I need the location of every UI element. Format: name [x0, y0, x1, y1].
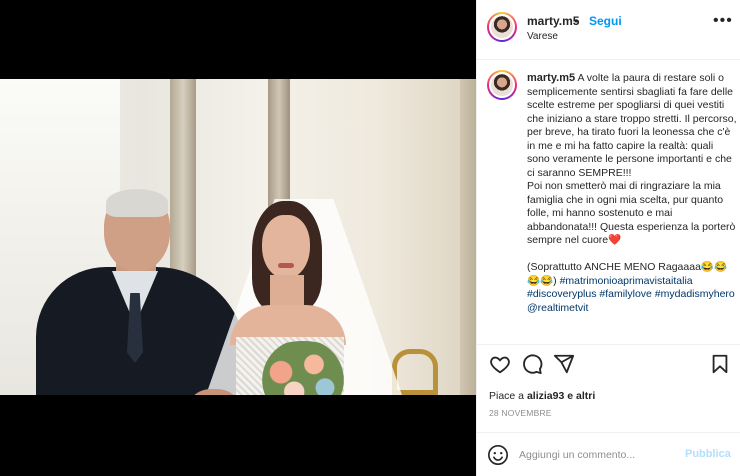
- caption-hashtags[interactable]: #matrimonioaprimavistaitalia #discoveryp…: [527, 275, 738, 314]
- avatar[interactable]: [487, 12, 517, 42]
- caption-area: marty.m5 A volte la paura di restare sol…: [477, 66, 740, 344]
- caption-text: marty.m5 A volte la paura di restare sol…: [527, 72, 737, 315]
- likes-suffix[interactable]: e altri: [564, 390, 595, 402]
- save-button[interactable]: [709, 353, 733, 377]
- send-icon: [553, 354, 575, 374]
- photo-door-frame: [460, 79, 476, 395]
- comment-button[interactable]: [521, 353, 545, 377]
- comment-icon: [523, 354, 543, 375]
- post-date[interactable]: 28 NOVEMBRE: [489, 408, 552, 418]
- caption-username[interactable]: marty.m5: [527, 72, 575, 84]
- likes-user[interactable]: alizia93: [527, 390, 564, 402]
- photo-father-hair: [106, 189, 168, 217]
- post-sidebar: marty.m5 • Segui Varese ••• marty.m5 A v…: [476, 0, 740, 476]
- share-button[interactable]: [553, 353, 577, 377]
- post-actions: [477, 344, 740, 384]
- username-link[interactable]: marty.m5: [527, 14, 579, 28]
- photo-bride-face: [262, 215, 310, 279]
- follow-button[interactable]: Segui: [589, 14, 622, 28]
- photo-bride-lips: [278, 263, 294, 268]
- publish-button[interactable]: Pubblica: [685, 448, 731, 460]
- caption-avatar[interactable]: [487, 70, 517, 100]
- likes-prefix: Piace a: [489, 390, 527, 402]
- comment-bar: Pubblica: [477, 432, 740, 476]
- bookmark-icon: [712, 354, 728, 374]
- heart-icon: [490, 356, 510, 374]
- emoji-icon: [488, 445, 508, 465]
- avatar-image: [489, 72, 515, 98]
- post-header: marty.m5 • Segui Varese •••: [477, 0, 740, 60]
- location-link[interactable]: Varese: [527, 31, 558, 42]
- more-horizontal-icon[interactable]: •••: [713, 12, 733, 30]
- emoji-button[interactable]: [487, 444, 509, 466]
- avatar-image: [489, 14, 515, 40]
- post-media[interactable]: [0, 0, 476, 476]
- caption-body: A volte la paura di restare soli o sempl…: [527, 72, 737, 287]
- like-button[interactable]: [489, 353, 513, 377]
- post-photo[interactable]: [0, 79, 476, 395]
- comment-input[interactable]: [519, 445, 679, 465]
- likes-summary[interactable]: Piace a alizia93 e altri: [489, 390, 595, 402]
- separator-dot: •: [574, 14, 579, 28]
